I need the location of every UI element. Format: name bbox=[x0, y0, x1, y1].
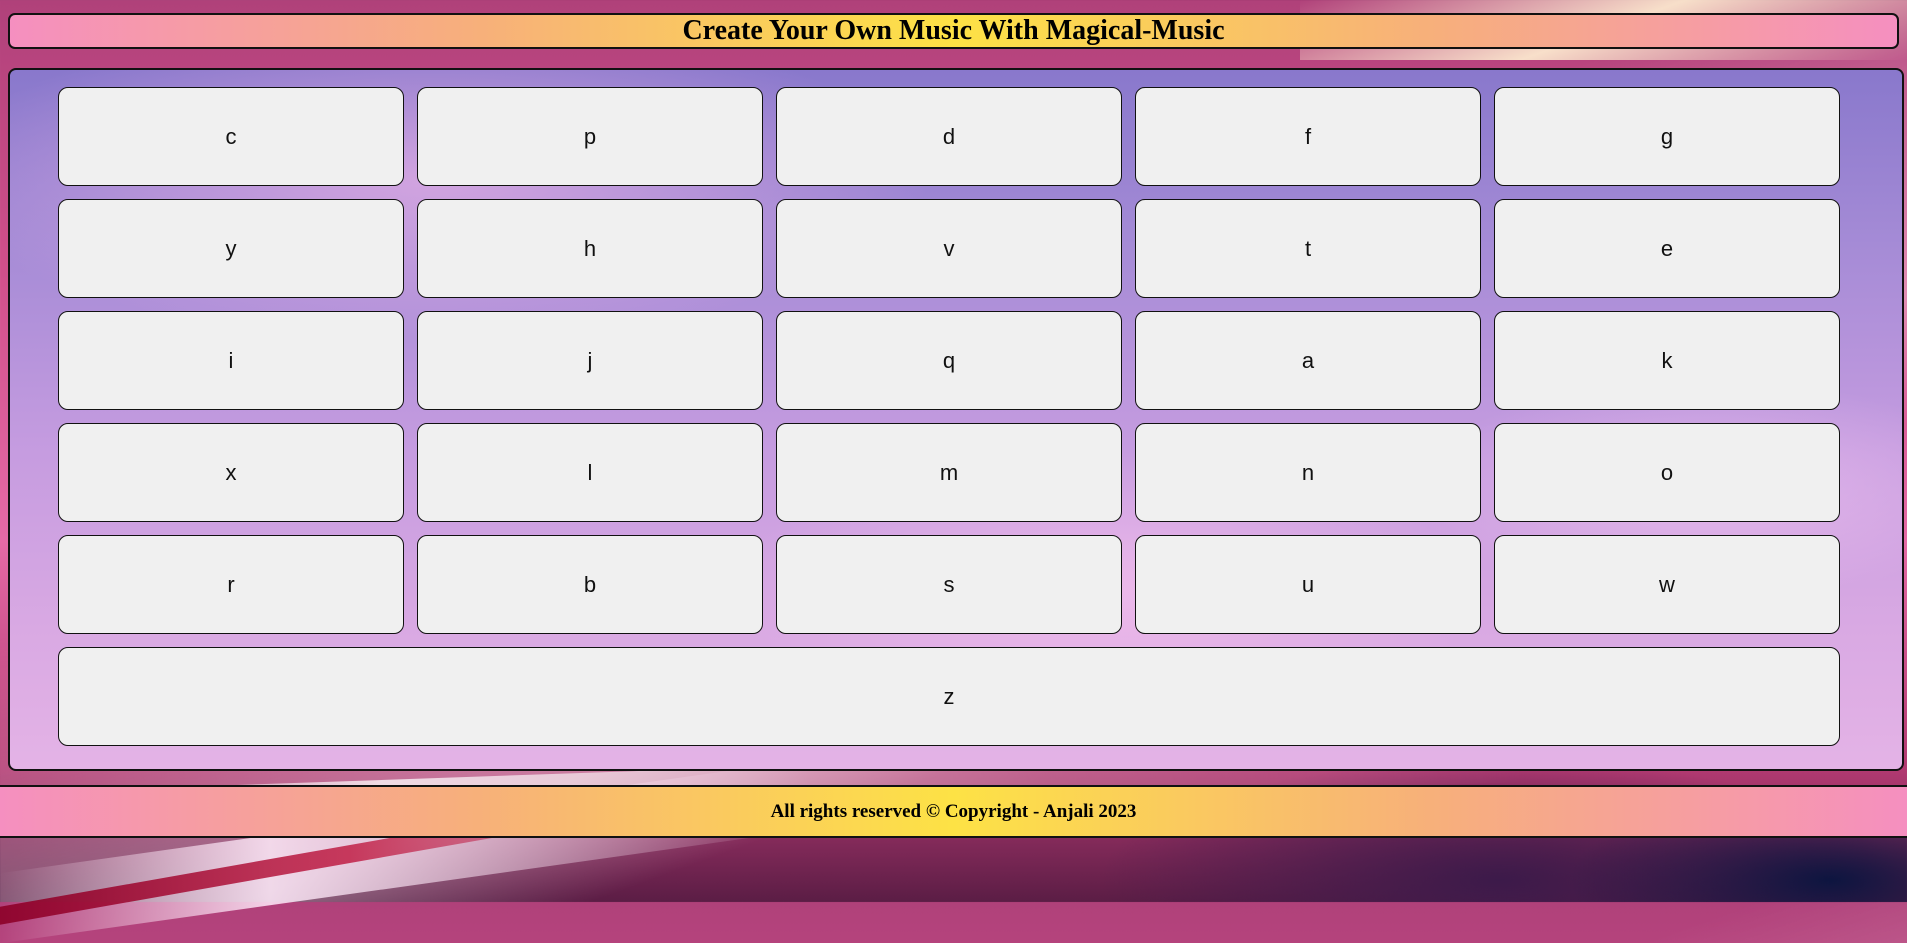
key-button-d[interactable]: d bbox=[776, 87, 1122, 186]
key-button-c[interactable]: c bbox=[58, 87, 404, 186]
key-button-g[interactable]: g bbox=[1494, 87, 1840, 186]
key-button-h[interactable]: h bbox=[417, 199, 763, 298]
key-button-z[interactable]: z bbox=[58, 647, 1840, 746]
key-button-s[interactable]: s bbox=[776, 535, 1122, 634]
key-button-j[interactable]: j bbox=[417, 311, 763, 410]
copyright-text: All rights reserved © Copyright - Anjali… bbox=[770, 800, 1137, 822]
key-button-u[interactable]: u bbox=[1135, 535, 1481, 634]
key-button-w[interactable]: w bbox=[1494, 535, 1840, 634]
key-button-i[interactable]: i bbox=[58, 311, 404, 410]
key-button-n[interactable]: n bbox=[1135, 423, 1481, 522]
page-footer: All rights reserved © Copyright - Anjali… bbox=[0, 785, 1907, 838]
key-button-r[interactable]: r bbox=[58, 535, 404, 634]
key-button-o[interactable]: o bbox=[1494, 423, 1840, 522]
page-title: Create Your Own Music With Magical-Music bbox=[682, 15, 1225, 46]
key-button-b[interactable]: b bbox=[417, 535, 763, 634]
key-button-y[interactable]: y bbox=[58, 199, 404, 298]
key-button-x[interactable]: x bbox=[58, 423, 404, 522]
key-button-q[interactable]: q bbox=[776, 311, 1122, 410]
key-button-p[interactable]: p bbox=[417, 87, 763, 186]
key-button-v[interactable]: v bbox=[776, 199, 1122, 298]
background-light-streak bbox=[0, 746, 900, 943]
page-header: Create Your Own Music With Magical-Music bbox=[8, 13, 1899, 49]
key-button-m[interactable]: m bbox=[776, 423, 1122, 522]
key-button-a[interactable]: a bbox=[1135, 311, 1481, 410]
key-button-f[interactable]: f bbox=[1135, 87, 1481, 186]
key-grid: c p d f g y h v t e i j q a k x l m n o … bbox=[58, 87, 1848, 746]
key-button-t[interactable]: t bbox=[1135, 199, 1481, 298]
key-button-k[interactable]: k bbox=[1494, 311, 1840, 410]
key-button-l[interactable]: l bbox=[417, 423, 763, 522]
key-button-e[interactable]: e bbox=[1494, 199, 1840, 298]
